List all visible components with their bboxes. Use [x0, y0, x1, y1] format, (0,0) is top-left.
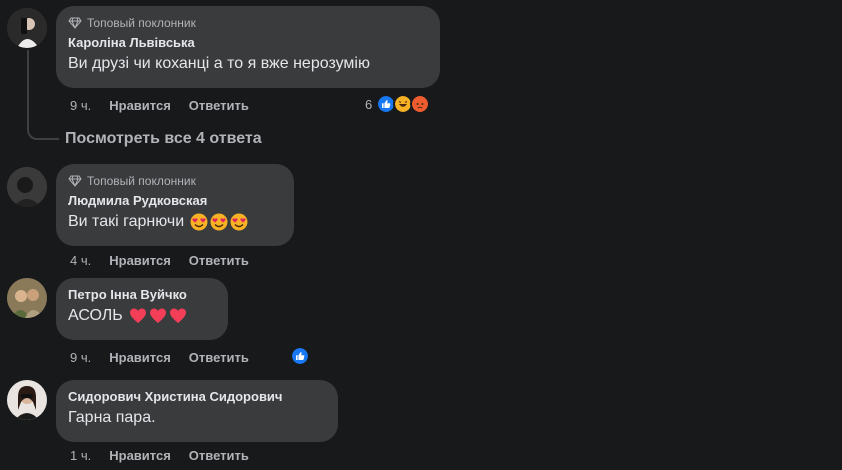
comment-author[interactable]: Кароліна Львівська — [68, 34, 428, 51]
diamond-icon — [68, 17, 82, 29]
comment-bubble: Топовый поклонник Людмила Рудковская Ви … — [56, 164, 294, 246]
comment-time[interactable]: 4 ч. — [70, 253, 91, 268]
like-reaction-icon — [290, 346, 310, 366]
top-fan-badge: Топовый поклонник — [68, 15, 428, 31]
heart-emoji-icon — [169, 308, 186, 323]
angry-reaction-icon — [410, 94, 431, 114]
reply-button[interactable]: Ответить — [189, 253, 249, 268]
comment-text: Ви друзі чи коханці а то я вже нерозумію — [68, 55, 370, 72]
thread-line — [27, 50, 29, 122]
heart-emoji-icon — [149, 308, 166, 323]
avatar[interactable] — [7, 8, 47, 48]
comment-author[interactable]: Сидорович Христина Сидорович — [68, 388, 326, 405]
comment-time[interactable]: 9 ч. — [70, 350, 91, 365]
comment-bubble: Сидорович Христина Сидорович Гарна пара. — [56, 380, 338, 442]
like-button[interactable]: Нравится — [109, 448, 171, 463]
comment-text-row: Ви такі гарнючи — [68, 211, 282, 233]
avatar[interactable] — [7, 380, 47, 420]
comment-text: Гарна пара. — [68, 409, 156, 426]
like-button[interactable]: Нравится — [109, 350, 171, 365]
like-button[interactable]: Нравится — [109, 253, 171, 268]
reaction-summary[interactable] — [290, 346, 310, 366]
diamond-icon — [68, 175, 82, 187]
reply-button[interactable]: Ответить — [189, 350, 249, 365]
top-fan-badge: Топовый поклонник — [68, 173, 282, 189]
comment-actions: 4 ч. Нравится Ответить — [70, 251, 267, 269]
comment-time[interactable]: 1 ч. — [70, 448, 91, 463]
comment-bubble: Петро Інна Вуйчко АСОЛЬ — [56, 278, 228, 340]
reply-button[interactable]: Ответить — [189, 448, 249, 463]
comment-text-row: АСОЛЬ — [68, 305, 216, 327]
reaction-summary[interactable]: 6 — [365, 94, 431, 114]
comment-actions: 9 ч. Нравится Ответить — [70, 348, 267, 366]
avatar[interactable] — [7, 278, 47, 318]
comment-actions: 9 ч. Нравится Ответить — [70, 96, 267, 114]
reply-button[interactable]: Ответить — [189, 98, 249, 113]
avatar[interactable] — [7, 167, 47, 207]
comment-text: АСОЛЬ — [68, 307, 123, 324]
heart-eyes-emoji-icon — [190, 213, 208, 231]
comment-author[interactable]: Людмила Рудковская — [68, 192, 282, 209]
view-replies-link[interactable]: Посмотреть все 4 ответа — [65, 130, 262, 148]
comment-bubble: Топовый поклонник Кароліна Львівська Ви … — [56, 6, 440, 88]
like-button[interactable]: Нравится — [109, 98, 171, 113]
comment-author[interactable]: Петро Інна Вуйчко — [68, 286, 216, 303]
heart-emoji-icon — [129, 308, 146, 323]
comment-time[interactable]: 9 ч. — [70, 98, 91, 113]
thread-connector — [27, 118, 59, 140]
heart-eyes-emoji-icon — [230, 213, 248, 231]
comment-text: Ви такі гарнючи — [68, 213, 185, 230]
heart-eyes-emoji-icon — [210, 213, 228, 231]
comment-actions: 1 ч. Нравится Ответить — [70, 446, 267, 464]
reaction-count: 6 — [365, 96, 373, 112]
